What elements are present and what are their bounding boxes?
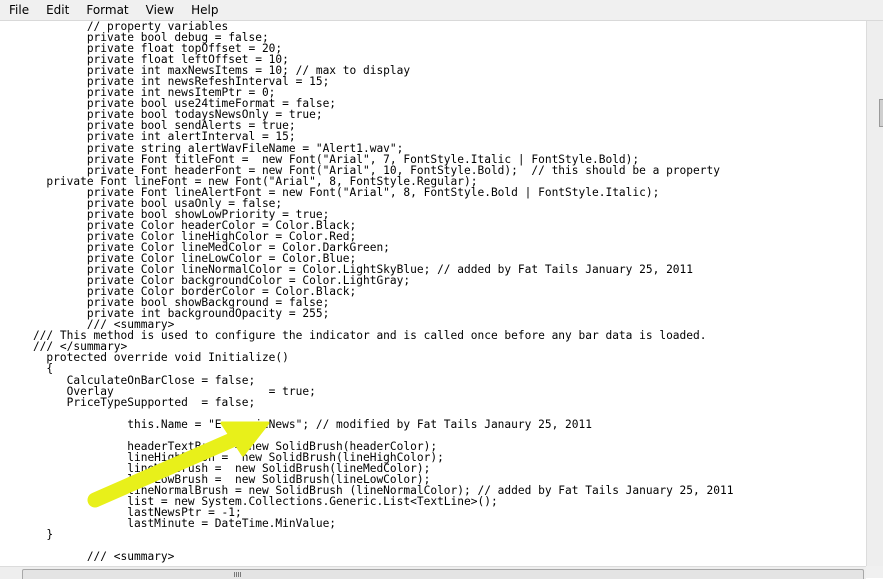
vertical-scrollbar[interactable]	[866, 21, 883, 566]
scrollbar-corner	[866, 566, 883, 578]
horizontal-scrollbar[interactable]	[0, 566, 866, 579]
menu-view[interactable]: View	[137, 0, 182, 20]
code-line: lastMinute = DateTime.MinValue;	[6, 517, 337, 531]
menu-edit[interactable]: Edit	[37, 0, 77, 20]
code-line: private string alertWavFileName = "Alert…	[6, 141, 404, 155]
code-line: private Font titleFont = new Font("Arial…	[6, 152, 640, 166]
code-line: CalculateOnBarClose = false;	[6, 373, 256, 387]
code-line: protected override void Initialize()	[6, 351, 289, 365]
code-line: this.Name = "EconomicNews"; // modified …	[6, 417, 592, 431]
code-line: private int alertInterval = 15;	[6, 130, 296, 144]
scroll-grip-icon	[234, 572, 242, 577]
code-line: Overlay = true;	[6, 384, 316, 398]
code-line: /// <summary>	[6, 550, 175, 564]
code-line: }	[6, 528, 54, 542]
code-text: // property variables private bool debug…	[6, 21, 734, 564]
menu-bar: File Edit Format View Help	[0, 0, 883, 21]
menu-help[interactable]: Help	[182, 0, 226, 20]
code-line: PriceTypeSupported = false;	[6, 395, 256, 409]
vertical-scroll-thumb[interactable]	[879, 99, 883, 127]
menu-format[interactable]: Format	[77, 0, 136, 20]
code-line: {	[6, 362, 54, 376]
code-line: private Font headerFont = new Font("Aria…	[6, 163, 720, 177]
text-editor-area[interactable]: // property variables private bool debug…	[0, 21, 866, 566]
menu-file[interactable]: File	[0, 0, 37, 20]
